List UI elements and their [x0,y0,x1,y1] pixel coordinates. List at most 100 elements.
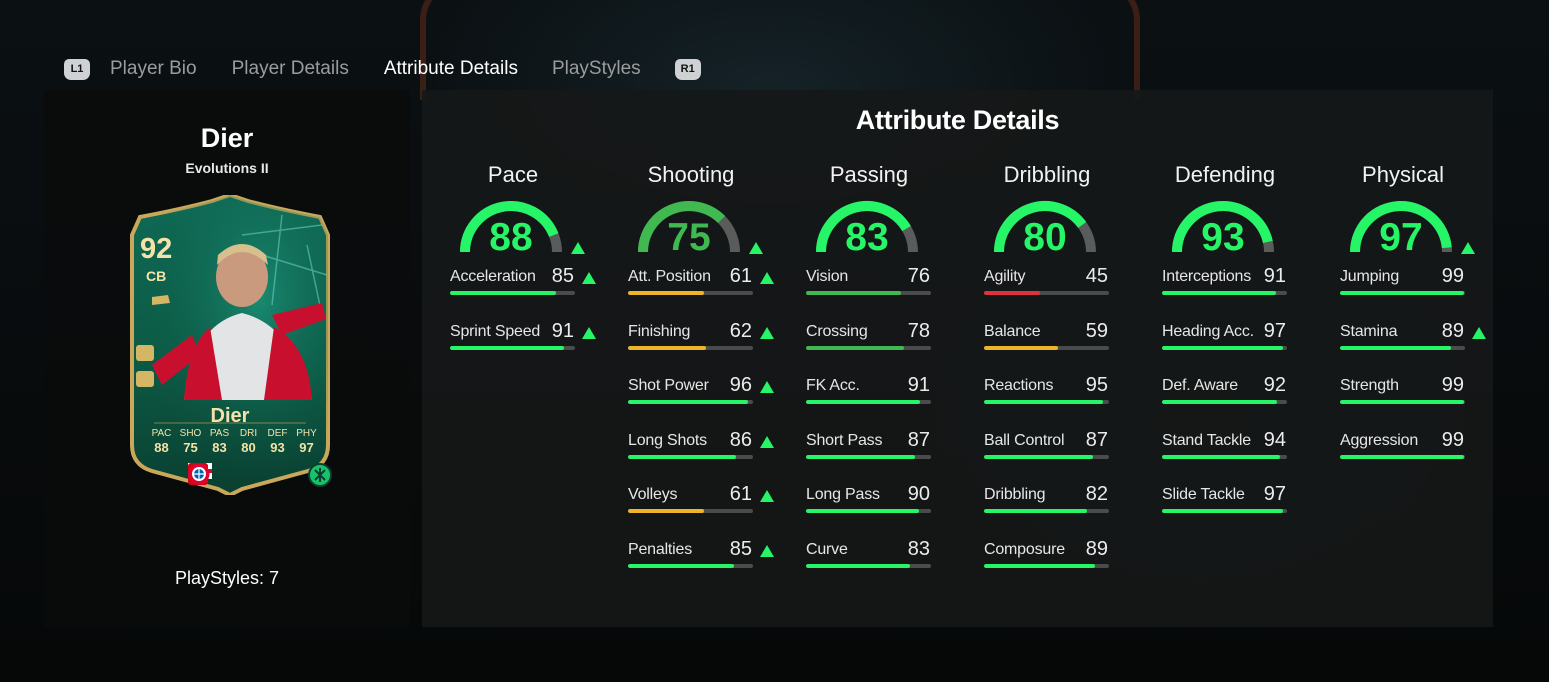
attribute-name: Long Shots [628,431,707,449]
triangle-up-icon [571,242,585,254]
category-gauge: 97 [1326,198,1476,268]
attribute-value: 89 [1085,537,1108,560]
attribute-name: Strength [1340,377,1399,394]
attribute-att-position: Att. Position 61 [614,265,774,323]
attribute-name: Dribbling [984,486,1046,503]
attribute-shot-power: Shot Power 96 [614,374,774,432]
attribute-ball-control: Ball Control 87 [970,428,1130,487]
tab-player-bio[interactable]: Player Bio [110,58,197,80]
attribute-value: 76 [907,265,930,287]
category-title: Passing [829,162,909,187]
attribute-bar-fill [984,563,1096,568]
attribute-value: 99 [1441,374,1464,396]
attribute-bar-fill [806,291,901,295]
tab-bar: L1 Player Bio Player Details Attribute D… [64,55,701,83]
playstyles-count: PlayStyles: 7 [174,568,280,588]
card-stat-label: PAS [209,428,230,439]
attribute-fk-acc: FK Acc. 91 [792,374,952,432]
attribute-name: Crossing [806,322,868,340]
player-version: Evolutions II [185,160,269,176]
triangle-up-icon [1461,242,1475,254]
attribute-bar-fill [450,291,557,295]
attribute-long-shots: Long Shots 86 [614,429,774,487]
evolution-badge-icon [308,463,332,487]
attribute-bar-fill [806,563,910,568]
card-stat-label: DRI [239,428,258,439]
category-gauge: 93 [1148,198,1298,268]
attribute-bar-fill [984,509,1087,513]
attribute-aggression: Aggression 99 [1326,429,1486,487]
attribute-bar [628,563,753,568]
category-defending: Defending 93 Interceptions 91 Heading Acc. 97… [1148,162,1298,541]
attribute-name: Finishing [628,322,691,340]
attribute-value: 83 [907,537,930,560]
attribute-bar [984,509,1109,513]
attribute-sprint-speed: Sprint Speed 91 [436,319,596,378]
r1-button-icon[interactable]: R1 [674,58,701,80]
attribute-name: Acceleration [450,268,536,285]
tab-attribute-details[interactable]: Attribute Details [384,58,518,80]
attribute-bar-fill [1162,291,1276,295]
attribute-value: 61 [729,265,752,287]
card-stat-pac: PAC 88 [148,428,175,455]
attribute-value: 85 [551,265,574,287]
category-title: Defending [1174,162,1276,187]
upgrade-arrow-icon [1472,326,1486,339]
card-stat-sho: SHO 75 [177,428,204,455]
attribute-bar-fill [628,400,748,404]
attribute-name: Composure [984,540,1065,558]
l1-button-icon[interactable]: L1 [64,58,90,80]
attribute-vision: Vision 76 [792,265,952,323]
attribute-bar-fill [806,509,919,513]
attribute-finishing: Finishing 62 [614,320,774,378]
attribute-value: 91 [1263,265,1286,287]
attribute-bar-fill [984,345,1058,350]
card-player-name: Dier [210,405,250,427]
attribute-bar [1162,454,1287,459]
attribute-value: 91 [551,319,574,342]
attribute-value: 87 [1085,428,1108,451]
attribute-name: Slide Tackle [1162,486,1245,503]
attribute-name: Ball Control [984,431,1065,449]
category-passing: Passing 83 Vision 76 Crossing 78 FK Acc. 91 Shor… [792,162,942,595]
card-stat-def: DEF 93 [264,428,291,455]
player-panel: Dier Evolutions II 92 CB Dier PAC 88 SHO… [44,90,410,627]
attribute-value: 95 [1085,374,1108,396]
triangle-up-icon [582,272,596,284]
attribute-name: Vision [806,268,849,285]
attribute-value: 87 [907,428,930,451]
attribute-dribbling: Dribbling 82 [970,483,1130,541]
attribute-value: 85 [729,537,752,560]
player-card[interactable]: 92 CB Dier PAC 88 SHO 75 PAS 83 DRI 80 DEF 93… [122,195,338,495]
category-value: 88 [489,216,533,259]
attribute-stamina: Stamina 89 [1326,320,1486,378]
tab-playstyles[interactable]: PlayStyles [552,58,641,80]
background-crest-decoration [420,0,1140,100]
card-stat-label: SHO [179,428,202,439]
attribute-name: Shot Power [628,377,709,394]
attribute-bar-fill [806,400,920,404]
attribute-bar [806,345,931,350]
attribute-value: 97 [1263,319,1286,342]
attribute-name: Agility [984,268,1026,285]
attribute-bar [984,291,1109,295]
category-gauge: 75 [614,198,764,268]
attribute-name: FK Acc. [806,377,860,394]
attribute-bar-fill [628,345,706,350]
attribute-name: Heading Acc. [1162,322,1254,340]
attribute-bar-fill [1340,291,1464,295]
attribute-name: Penalties [628,540,693,558]
triangle-up-icon [760,490,774,502]
category-value: 80 [1023,216,1067,259]
attribute-bar-fill [1340,454,1464,459]
category-gauge: 88 [436,198,586,268]
attribute-penalties: Penalties 85 [614,537,774,596]
category-title: Dribbling [1003,162,1091,187]
card-stat-value: 80 [241,440,256,455]
triangle-up-icon [1472,326,1486,339]
category-title: Shooting [647,162,735,187]
bayern-munich-crest-icon [188,463,210,485]
triangle-up-icon [582,326,596,339]
card-stat-value: 93 [270,440,285,455]
tab-player-details[interactable]: Player Details [232,58,349,80]
